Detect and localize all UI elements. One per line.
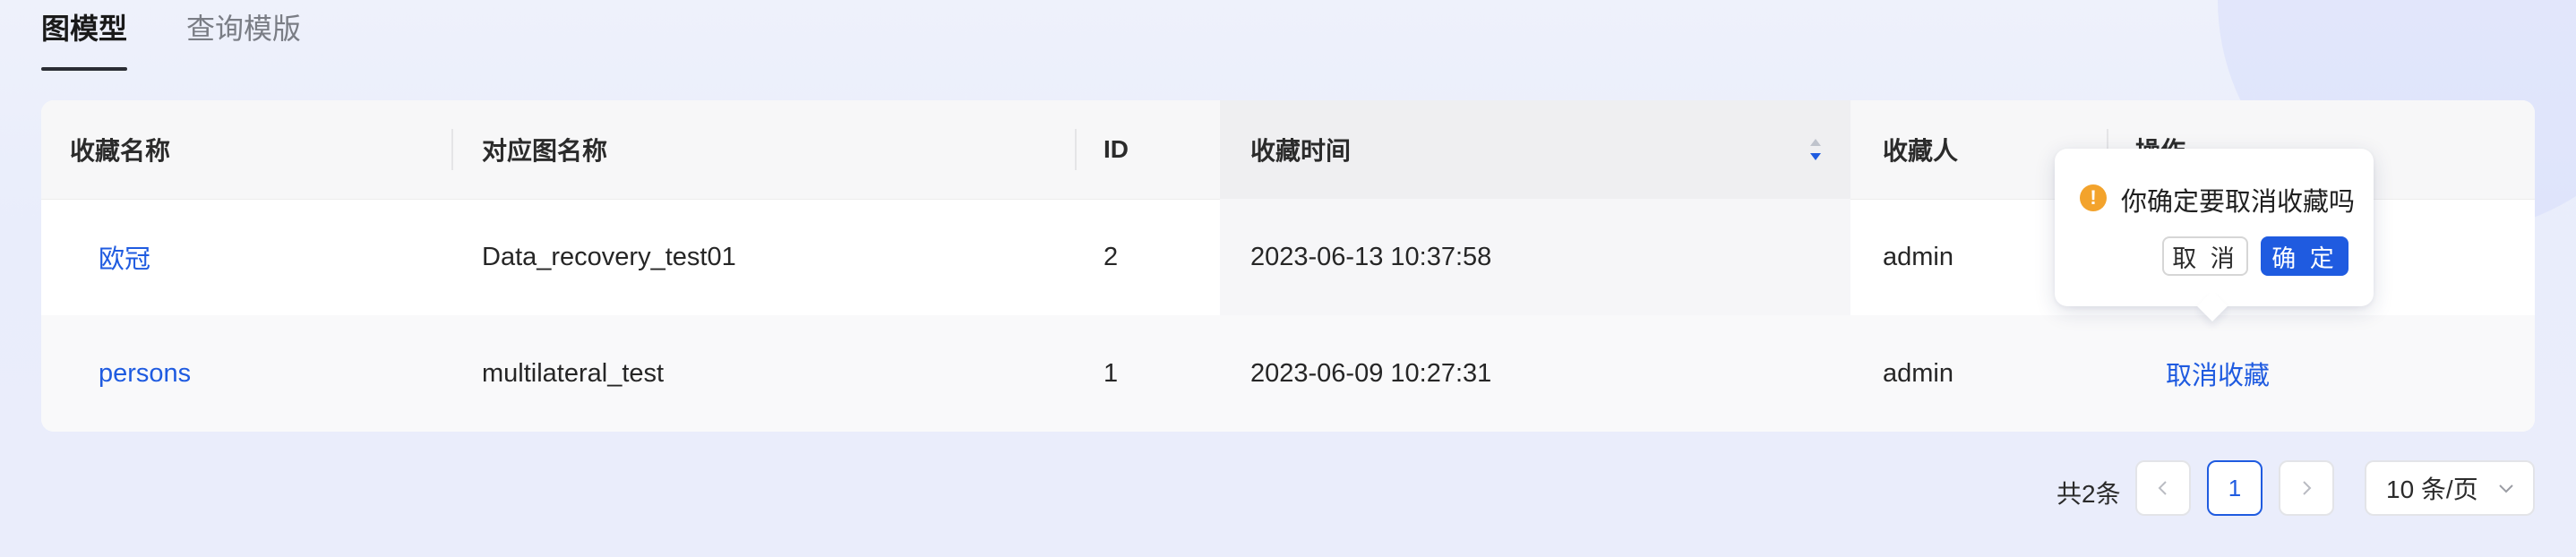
column-divider bbox=[451, 129, 453, 170]
tab-query-template[interactable]: 查询模版 bbox=[186, 0, 301, 73]
warning-icon: ! bbox=[2080, 184, 2107, 211]
time-cell: 2023-06-13 10:37:58 bbox=[1250, 242, 1492, 271]
favorite-name-link[interactable]: 欧冠 bbox=[99, 199, 150, 315]
page-size-value: 10 条/页 bbox=[2386, 476, 2478, 503]
unfavorite-popconfirm: ! 你确定要取消收藏吗 取 消 确 定 bbox=[2055, 149, 2374, 306]
column-header-name: 收藏名称 bbox=[70, 137, 171, 165]
chevron-left-icon bbox=[2158, 481, 2167, 495]
id-cell: 2 bbox=[1103, 242, 1119, 271]
graph-name-cell: multilateral_test bbox=[482, 358, 665, 388]
user-cell: admin bbox=[1883, 242, 1953, 271]
column-divider bbox=[1075, 129, 1077, 170]
tab-bar: 图模型 查询模版 bbox=[41, 0, 301, 73]
table-row: persons multilateral_test 1 2023-06-09 1… bbox=[41, 315, 2535, 432]
page-number-button[interactable]: 1 bbox=[2207, 460, 2263, 516]
chevron-down-icon bbox=[2499, 484, 2513, 493]
tab-graph-model[interactable]: 图模型 bbox=[41, 0, 128, 73]
column-header-graph: 对应图名称 bbox=[482, 137, 608, 165]
chevron-right-icon bbox=[2303, 481, 2312, 495]
column-header-time[interactable]: 收藏时间 bbox=[1250, 100, 1351, 199]
popconfirm-message: 你确定要取消收藏吗 bbox=[2121, 188, 2356, 217]
graph-name-cell: Data_recovery_test01 bbox=[482, 242, 736, 271]
next-page-button[interactable] bbox=[2279, 460, 2334, 516]
id-cell: 1 bbox=[1103, 358, 1119, 388]
column-header-id: ID bbox=[1103, 135, 1129, 163]
unfavorite-button[interactable]: 取消收藏 bbox=[2166, 315, 2270, 432]
favorite-name-link[interactable]: persons bbox=[99, 315, 191, 432]
pagination-total: 共2条 bbox=[2057, 480, 2121, 508]
sort-icon[interactable] bbox=[1806, 136, 1825, 163]
user-cell: admin bbox=[1883, 358, 1953, 388]
page-size-select[interactable]: 10 条/页 bbox=[2365, 460, 2535, 516]
cancel-button[interactable]: 取 消 bbox=[2162, 236, 2248, 276]
prev-page-button[interactable] bbox=[2135, 460, 2191, 516]
confirm-button[interactable]: 确 定 bbox=[2261, 236, 2348, 276]
column-header-user: 收藏人 bbox=[1883, 137, 1959, 165]
time-cell: 2023-06-09 10:27:31 bbox=[1250, 358, 1492, 388]
